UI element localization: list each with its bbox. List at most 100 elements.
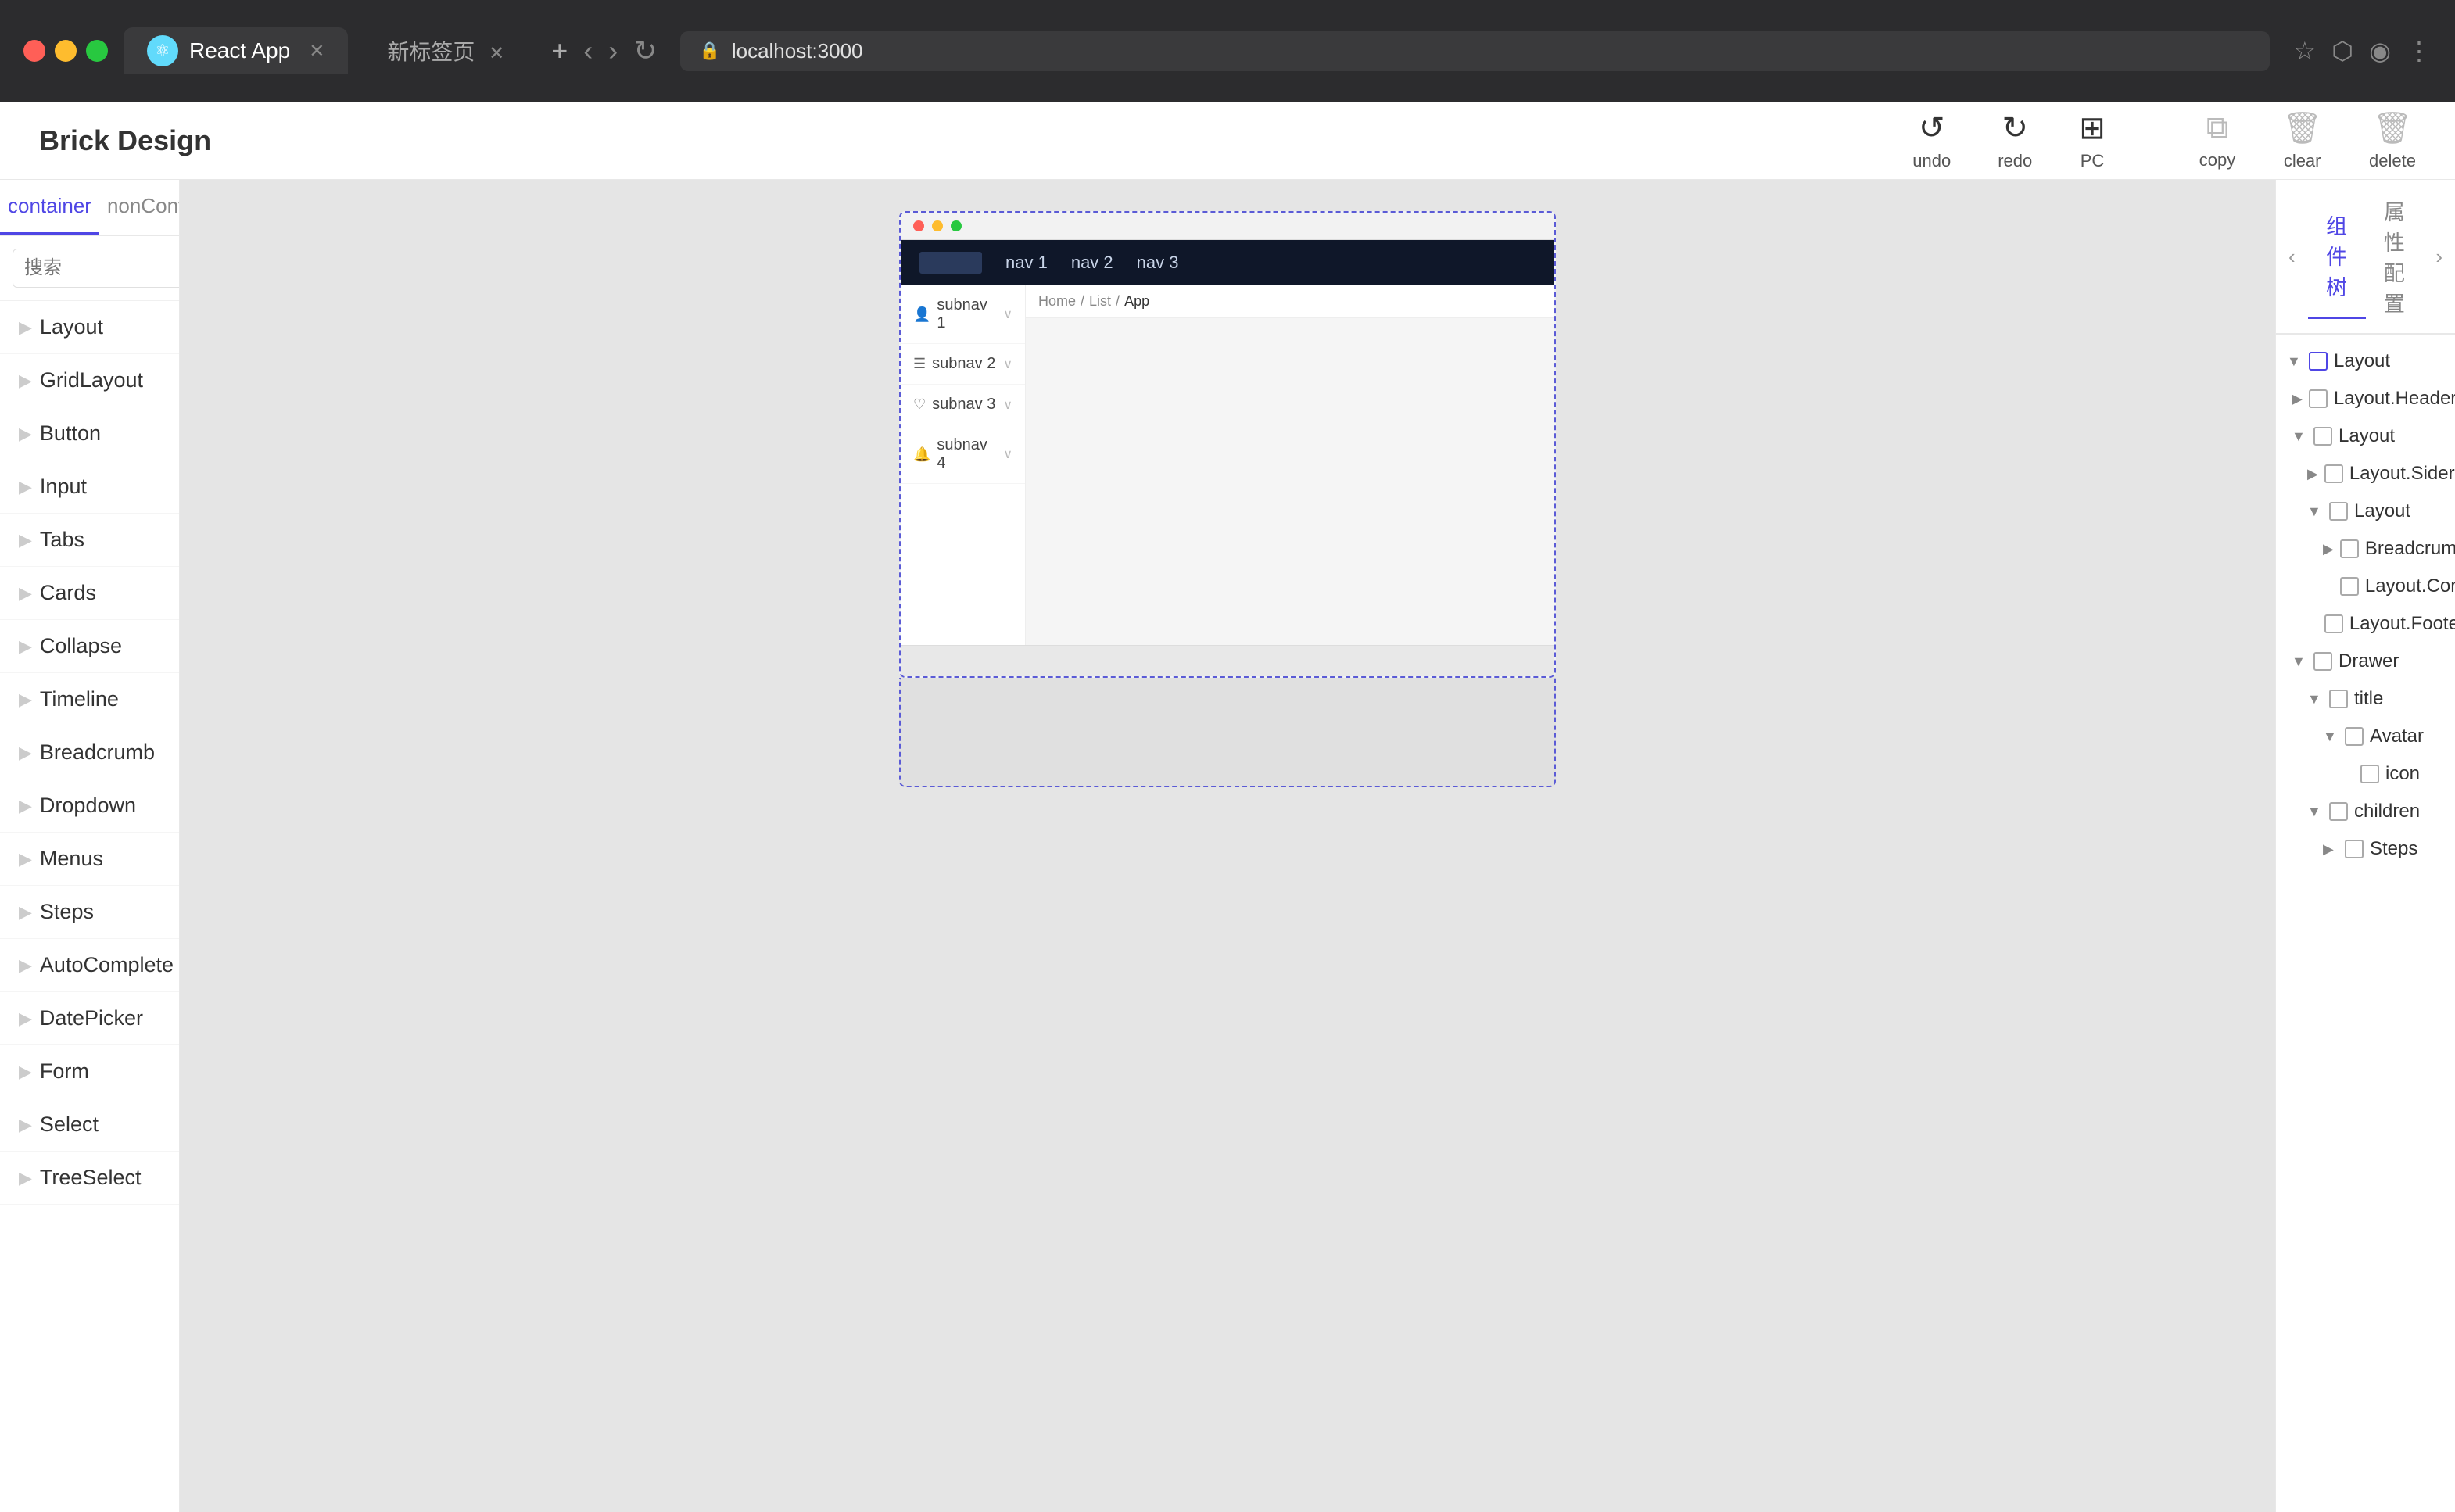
redo-button[interactable]: ↻ redo bbox=[1998, 110, 2032, 171]
browser-chrome: ⚛ React App ✕ 新标签页 ✕ + ‹ › ↻ 🔒 localhost… bbox=[0, 0, 2455, 102]
dot-red[interactable] bbox=[23, 40, 45, 62]
tree-item-layout[interactable]: ▼ Layout bbox=[2276, 342, 2455, 380]
address-text: localhost:3000 bbox=[732, 39, 863, 63]
panel-collapse-left[interactable]: ‹ bbox=[2276, 232, 2308, 281]
sidebar-item-breadcrumb[interactable]: ▶ Breadcrumb bbox=[0, 726, 179, 779]
tree-expand-title[interactable]: ▼ bbox=[2307, 691, 2323, 708]
back-btn[interactable]: ‹ bbox=[583, 34, 593, 67]
tab-props-config[interactable]: 属性配置 bbox=[2366, 180, 2424, 333]
sidebar-item-label: Tabs bbox=[40, 528, 160, 552]
tree-item-layout-2[interactable]: ▼ Layout bbox=[2276, 417, 2455, 455]
tab-close-2[interactable]: ✕ bbox=[489, 43, 504, 64]
browser-tab-active[interactable]: ⚛ React App ✕ bbox=[124, 27, 348, 74]
sidebar-item-menus[interactable]: ▶ Menus bbox=[0, 833, 179, 886]
search-input[interactable] bbox=[13, 249, 180, 288]
sidebar-item-select[interactable]: ▶ Select bbox=[0, 1098, 179, 1152]
tree-item-title[interactable]: ▼ title bbox=[2276, 680, 2455, 718]
tree-expand-layout-3[interactable]: ▼ bbox=[2307, 503, 2323, 520]
tree-icon-title bbox=[2329, 690, 2348, 708]
sidebar-item-input[interactable]: ▶ Input bbox=[0, 460, 179, 514]
subnav-item-1[interactable]: 👤 subnav 1 ∨ bbox=[901, 285, 1025, 344]
browser-tab-inactive[interactable]: 新标签页 ✕ bbox=[364, 27, 528, 74]
reload-btn[interactable]: ↻ bbox=[633, 34, 657, 67]
arrow-icon: ▶ bbox=[19, 902, 32, 923]
sidebar-item-tabs[interactable]: ▶ Tabs bbox=[0, 514, 179, 567]
sidebar-item-timeline[interactable]: ▶ Timeline bbox=[0, 673, 179, 726]
sidebar-item-autocomplete[interactable]: ▶ AutoComplete bbox=[0, 939, 179, 992]
preview-nav-3[interactable]: nav 3 bbox=[1137, 253, 1179, 273]
tree-expand-layout-2[interactable]: ▼ bbox=[2292, 428, 2307, 445]
tree-expand-drawer[interactable]: ▼ bbox=[2292, 654, 2307, 670]
subnav-item-2[interactable]: ☰ subnav 2 ∨ bbox=[901, 344, 1025, 385]
tree-item-steps[interactable]: ▶ Steps bbox=[2276, 830, 2455, 868]
menu-icon[interactable]: ⋮ bbox=[2407, 36, 2432, 66]
tab-component-tree[interactable]: 组件树 bbox=[2308, 194, 2366, 319]
sidebar-item-collapse[interactable]: ▶ Collapse bbox=[0, 620, 179, 673]
sidebar-item-gridlayout[interactable]: ▶ GridLayout bbox=[0, 354, 179, 407]
new-tab-button[interactable]: + bbox=[551, 34, 568, 67]
sidebar-item-treeselect[interactable]: ▶ TreeSelect bbox=[0, 1152, 179, 1205]
sidebar-item-dropdown[interactable]: ▶ Dropdown bbox=[0, 779, 179, 833]
tree-expand-avatar[interactable]: ▼ bbox=[2323, 729, 2339, 745]
arrow-icon: ▶ bbox=[19, 1062, 32, 1082]
tree-item-layout-footer[interactable]: ▶ Layout.Footer bbox=[2276, 605, 2455, 643]
preview-logo bbox=[919, 252, 982, 274]
tree-expand-children[interactable]: ▼ bbox=[2307, 804, 2323, 820]
sidebar-item-datepicker[interactable]: ▶ DatePicker bbox=[0, 992, 179, 1045]
delete-button[interactable]: 🗑 delete bbox=[2369, 109, 2416, 171]
react-icon: ⚛ bbox=[147, 35, 178, 66]
tree-expand-layout-header[interactable]: ▶ bbox=[2292, 391, 2303, 407]
tab-close-1[interactable]: ✕ bbox=[309, 40, 324, 63]
sidebar-item-label: Button bbox=[40, 421, 160, 446]
tree-expand-steps[interactable]: ▶ bbox=[2323, 841, 2339, 858]
tree-expand-breadcrumb[interactable]: ▶ bbox=[2323, 541, 2334, 557]
canvas-area: nav 1 nav 2 nav 3 👤 subnav 1 ∨ ☰ subnav … bbox=[180, 180, 2275, 1512]
preview-nav-2[interactable]: nav 2 bbox=[1071, 253, 1113, 273]
tree-item-breadcrumb[interactable]: ▶ Breadcrumb bbox=[2276, 530, 2455, 568]
breadcrumb-list[interactable]: List bbox=[1089, 293, 1111, 310]
subnav-item-3[interactable]: ♡ subnav 3 ∨ bbox=[901, 385, 1025, 425]
tab-container[interactable]: container bbox=[0, 180, 99, 235]
app-title: Brick Design bbox=[39, 124, 211, 157]
tree-icon-steps bbox=[2345, 840, 2364, 858]
sidebar-item-cards[interactable]: ▶ Cards bbox=[0, 567, 179, 620]
bookmark-icon[interactable]: ☆ bbox=[2293, 36, 2316, 66]
tree-item-layout-sider[interactable]: ▶ Layout.Sider bbox=[2276, 455, 2455, 493]
sidebar-item-button[interactable]: ▶ Button bbox=[0, 407, 179, 460]
tree-label-layout-footer: Layout.Footer bbox=[2349, 613, 2455, 635]
tab-noncontainer[interactable]: nonContainer bbox=[99, 180, 180, 235]
sidebar-item-label: DatePicker bbox=[40, 1006, 160, 1030]
subnav-chevron-2: ∨ bbox=[1003, 357, 1012, 372]
profile-icon[interactable]: ◉ bbox=[2369, 36, 2391, 66]
forward-btn[interactable]: › bbox=[608, 34, 618, 67]
tree-item-layout-3[interactable]: ▼ Layout bbox=[2276, 493, 2455, 530]
tree-item-layout-header[interactable]: ▶ Layout.Header bbox=[2276, 380, 2455, 417]
undo-button[interactable]: ↺ undo bbox=[1912, 110, 1951, 171]
tree-expand-layout[interactable]: ▼ bbox=[2287, 353, 2303, 370]
sidebar-item-form[interactable]: ▶ Form bbox=[0, 1045, 179, 1098]
sidebar-item-layout[interactable]: ▶ Layout bbox=[0, 301, 179, 354]
subnav-item-4[interactable]: 🔔 subnav 4 ∨ bbox=[901, 425, 1025, 484]
tree-icon-children bbox=[2329, 802, 2348, 821]
clear-button[interactable]: 🗑 clear bbox=[2282, 109, 2322, 171]
breadcrumb-home[interactable]: Home bbox=[1038, 293, 1076, 310]
tree-item-drawer[interactable]: ▼ Drawer bbox=[2276, 643, 2455, 680]
tree-item-layout-content[interactable]: ▶ Layout.Content bbox=[2276, 568, 2455, 605]
extensions-icon[interactable]: ⬡ bbox=[2331, 36, 2353, 66]
preview-dot-yellow bbox=[932, 220, 943, 231]
copy-button[interactable]: ⧉ copy bbox=[2199, 110, 2235, 170]
address-bar[interactable]: 🔒 localhost:3000 bbox=[680, 31, 2270, 71]
pc-button[interactable]: ⊞ PC bbox=[2079, 110, 2106, 171]
dot-green[interactable] bbox=[86, 40, 108, 62]
tree-item-children[interactable]: ▼ children bbox=[2276, 793, 2455, 830]
tree-icon-layout-header bbox=[2309, 389, 2328, 408]
dot-yellow[interactable] bbox=[55, 40, 77, 62]
sidebar-item-steps[interactable]: ▶ Steps bbox=[0, 886, 179, 939]
preview-nav-1[interactable]: nav 1 bbox=[1005, 253, 1048, 273]
tree-item-icon[interactable]: ▶ icon bbox=[2276, 755, 2455, 793]
arrow-icon: ▶ bbox=[19, 530, 32, 550]
panel-collapse-right[interactable]: › bbox=[2423, 232, 2455, 281]
tree-label-avatar: Avatar bbox=[2370, 726, 2424, 747]
tree-item-avatar[interactable]: ▼ Avatar bbox=[2276, 718, 2455, 755]
tree-expand-layout-sider[interactable]: ▶ bbox=[2307, 466, 2318, 482]
